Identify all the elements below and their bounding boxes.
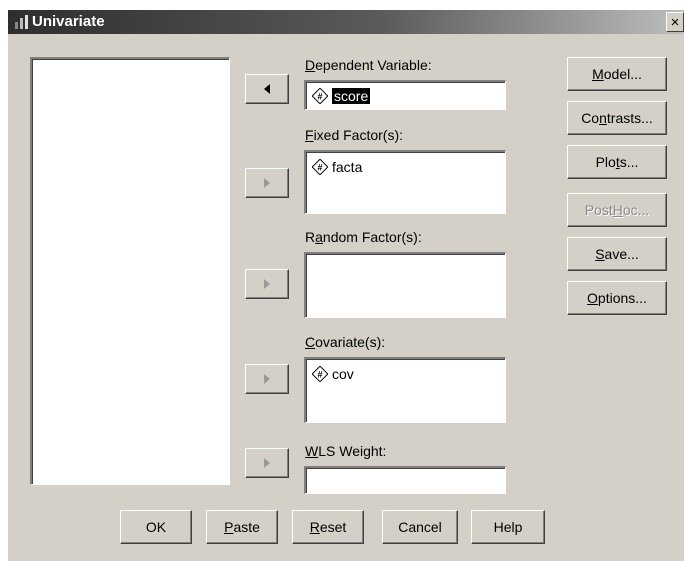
- scale-variable-icon: #: [312, 88, 328, 104]
- svg-text:#: #: [317, 163, 322, 173]
- post-hoc-button[interactable]: Post Hoc...: [567, 193, 667, 227]
- covariates-label: Covariate(s):: [305, 334, 386, 350]
- scale-variable-icon: #: [312, 159, 328, 175]
- reset-button[interactable]: Reset: [292, 510, 364, 544]
- window-title: Univariate: [32, 13, 105, 30]
- title-bar[interactable]: Univariate ×: [8, 10, 684, 34]
- move-random-factor-button[interactable]: [245, 269, 289, 299]
- plots-button[interactable]: Plots...: [567, 145, 667, 179]
- dependent-variable-field[interactable]: # score: [304, 80, 506, 110]
- app-icon: [15, 15, 28, 29]
- wls-weight-field[interactable]: [304, 466, 506, 494]
- paste-button[interactable]: Paste: [206, 510, 278, 544]
- right-arrow-icon: [264, 279, 270, 289]
- dependent-variable-item[interactable]: # score: [312, 87, 372, 105]
- fixed-factors-list[interactable]: # facta: [304, 150, 506, 214]
- scale-variable-icon: #: [312, 366, 328, 382]
- ok-button[interactable]: OK: [120, 510, 192, 544]
- covariates-list[interactable]: # cov: [304, 357, 506, 423]
- move-covariate-button[interactable]: [245, 364, 289, 394]
- model-button[interactable]: Model...: [567, 57, 667, 91]
- contrasts-button[interactable]: Contrasts...: [567, 101, 667, 135]
- random-factors-list[interactable]: [304, 252, 506, 318]
- right-arrow-icon: [264, 178, 270, 188]
- svg-text:#: #: [317, 92, 322, 102]
- fixed-factors-label: Fixed Factor(s):: [305, 127, 404, 143]
- help-button[interactable]: Help: [471, 510, 545, 544]
- source-variable-list[interactable]: [30, 57, 230, 485]
- wls-weight-label: WLS Weight:: [305, 443, 387, 459]
- move-fixed-factor-button[interactable]: [245, 168, 289, 198]
- left-arrow-icon: [264, 84, 270, 94]
- right-arrow-icon: [264, 374, 270, 384]
- close-button[interactable]: ×: [666, 12, 684, 32]
- list-item[interactable]: # cov: [312, 366, 354, 382]
- list-item[interactable]: # facta: [312, 159, 362, 175]
- dependent-variable-label: Dependent Variable:: [305, 57, 432, 73]
- options-button[interactable]: Options...: [567, 281, 667, 315]
- save-button[interactable]: Save...: [567, 237, 667, 271]
- move-dependent-button[interactable]: [245, 74, 289, 104]
- right-arrow-icon: [264, 458, 270, 468]
- svg-text:#: #: [317, 370, 322, 380]
- random-factors-label: Random Factor(s):: [305, 229, 422, 245]
- move-wls-weight-button[interactable]: [245, 448, 289, 478]
- cancel-button[interactable]: Cancel: [382, 510, 458, 544]
